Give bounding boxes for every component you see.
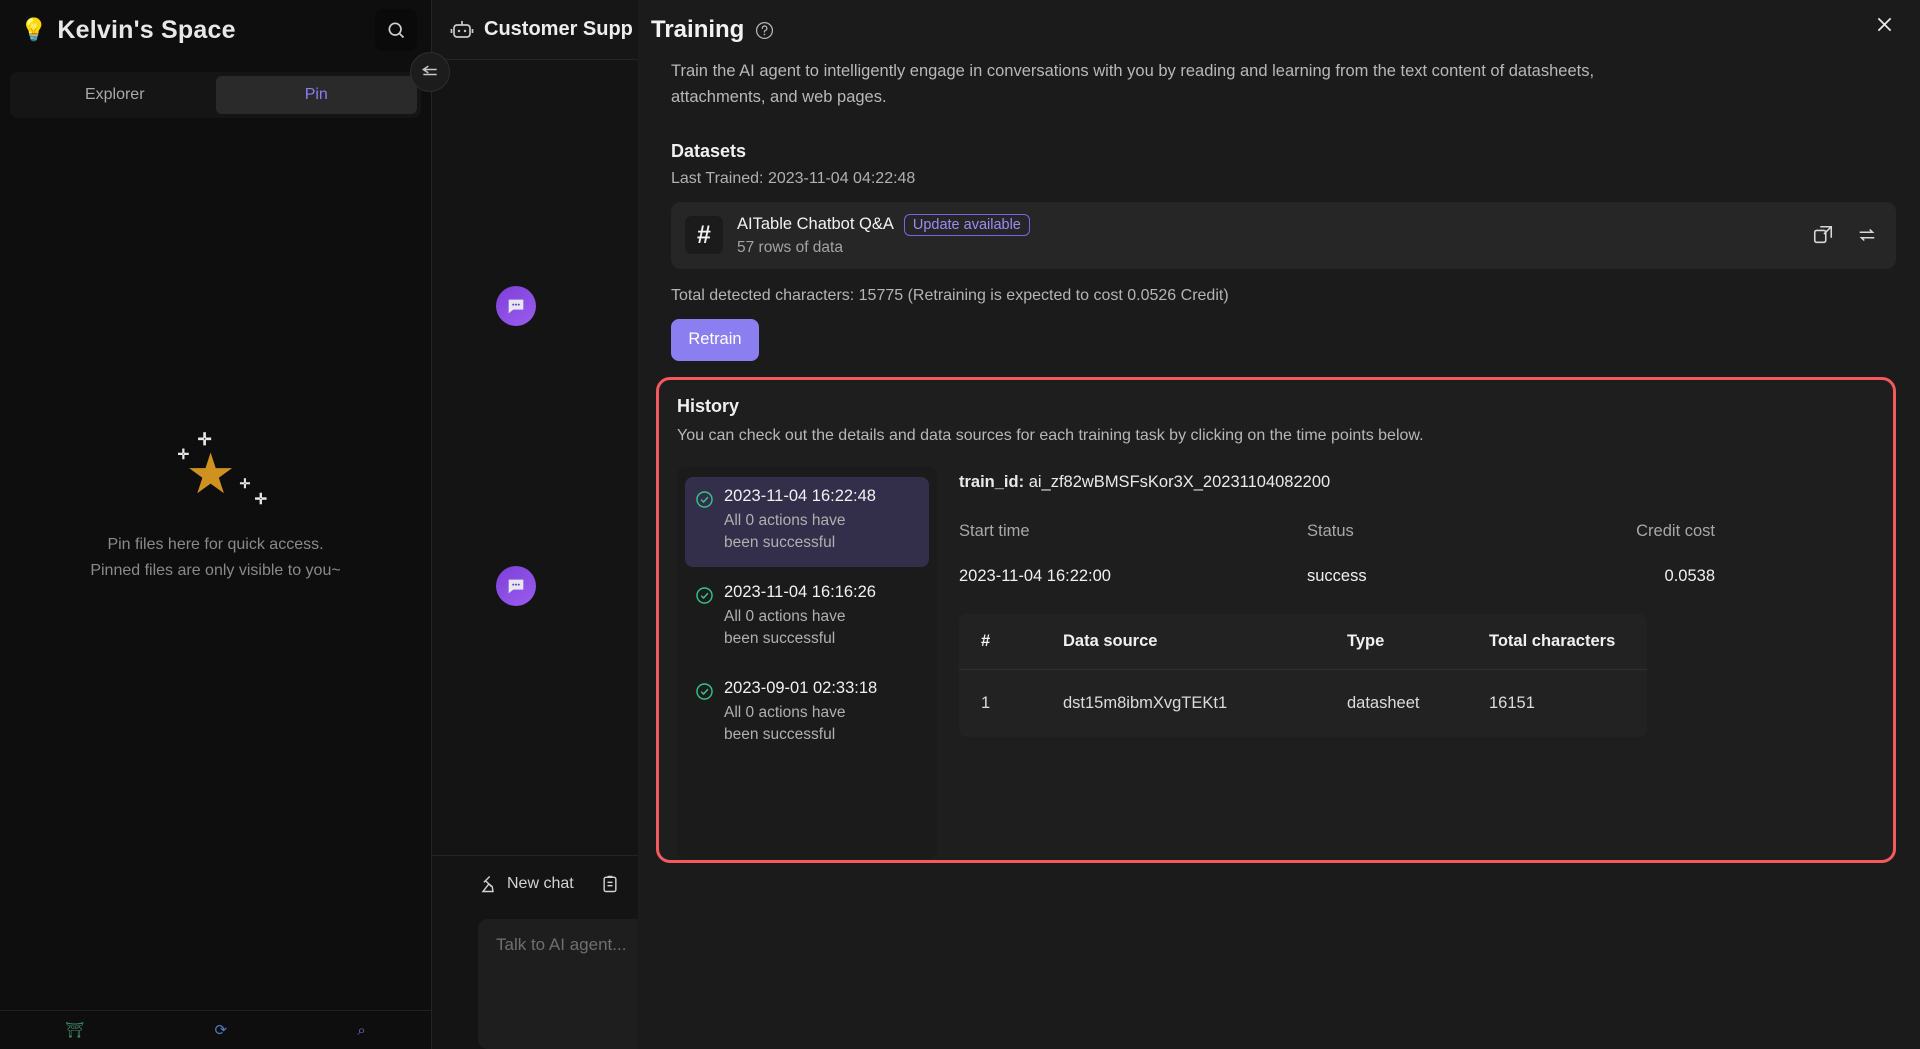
robot-icon [450, 18, 474, 42]
clipboard-icon[interactable] [600, 874, 620, 894]
broom-icon [481, 875, 494, 892]
start-time-label: Start time [959, 521, 1030, 540]
lightbulb-icon: 💡 [20, 17, 48, 42]
training-modal: Training Train the AI agent to intellige… [638, 0, 1920, 1049]
search-circle-icon[interactable]: ⌕ [357, 1022, 365, 1039]
train-id-label: train_id: [959, 472, 1025, 491]
credit-cost-value: 0.0538 [1664, 566, 1715, 585]
total-characters-text: Total detected characters: 15775 (Retrai… [671, 286, 1229, 304]
sidebar-footer: ⛩ ⟳ ⌕ [0, 1010, 431, 1049]
new-chat-button[interactable]: New chat [478, 874, 574, 894]
history-item-desc: All 0 actions have been successful [724, 607, 846, 648]
detail-columns: Start time 2023-11-04 16:22:00 Status su… [959, 522, 1875, 586]
list-item[interactable]: 2023-11-04 16:16:26 All 0 actions have b… [685, 573, 929, 663]
column-header-index: # [959, 613, 1063, 670]
hash-grid-icon: # [685, 216, 723, 255]
left-sidebar: 💡 Kelvin's Space Explorer Pin ★ ✛ ✛ ✛ ✛ … [0, 0, 432, 1049]
history-subtitle: You can check out the details and data s… [677, 426, 1424, 444]
cell-chars: 16151 [1489, 693, 1535, 712]
data-sources-table: # Data source Type Total characters 1 ds… [959, 613, 1647, 737]
status-value: success [1307, 566, 1367, 585]
history-detail-panel: train_id: ai_zf82wBMSFsKor3X_20231104082… [937, 467, 1875, 859]
training-intro: Train the AI agent to intelligently enga… [671, 62, 1595, 107]
datasets-heading: Datasets [671, 140, 747, 161]
credit-cost-column: Credit cost 0.0538 [1585, 522, 1715, 586]
template-icon[interactable]: ⛩ [65, 1021, 84, 1039]
status-label: Status [1307, 521, 1354, 540]
credit-cost-label: Credit cost [1636, 521, 1715, 540]
history-item-time: 2023-09-01 02:33:18 [724, 678, 878, 697]
history-item-desc: All 0 actions have been successful [724, 703, 846, 744]
status-badge[interactable]: Update available [903, 213, 1030, 236]
collapse-sidebar-icon[interactable] [410, 52, 450, 92]
train-id-row: train_id: ai_zf82wBMSFsKor3X_20231104082… [959, 473, 1875, 492]
last-trained-text: Last Trained: 2023-11-04 04:22:48 [671, 169, 916, 187]
open-external-icon[interactable] [1812, 224, 1834, 246]
history-item-desc: All 0 actions have been successful [724, 511, 846, 552]
page-title: Training [651, 16, 745, 43]
check-circle-icon [695, 583, 714, 651]
history-grid: 2023-11-04 16:22:48 All 0 actions have b… [677, 466, 1875, 859]
table-header-row: # Data source Type Total characters [959, 613, 1647, 670]
chat-bubble-icon [496, 286, 536, 326]
list-item[interactable]: 2023-11-04 16:22:48 All 0 actions have b… [685, 476, 929, 567]
pin-empty-line1: Pin files here for quick access. [107, 536, 324, 554]
question-circle-icon[interactable] [755, 21, 774, 40]
check-circle-icon [695, 679, 714, 747]
start-time-value: 2023-11-04 16:22:00 [959, 566, 1111, 585]
history-item-time: 2023-11-04 16:22:48 [724, 486, 876, 505]
history-list: 2023-11-04 16:22:48 All 0 actions have b… [677, 466, 937, 859]
chat-bubble-icon [496, 566, 536, 606]
modal-body: Train the AI agent to intelligently enga… [638, 58, 1920, 863]
cell-type: datasheet [1347, 693, 1420, 712]
chat-title: Customer Supp [484, 18, 633, 40]
refresh-icon[interactable]: ⟳ [215, 1021, 228, 1039]
check-circle-icon [695, 487, 714, 555]
dataset-meta: AITable Chatbot Q&A Update available 57 … [737, 213, 1798, 257]
history-item-time: 2023-11-04 16:16:26 [724, 582, 876, 601]
list-item[interactable]: 2023-09-01 02:33:18 All 0 actions have b… [685, 669, 929, 759]
new-chat-label: New chat [507, 874, 574, 892]
dataset-actions [1812, 224, 1878, 246]
train-id-value: ai_zf82wBMSFsKor3X_20231104082200 [1028, 472, 1331, 491]
modal-header: Training [638, 0, 1920, 52]
column-header-type: Type [1347, 613, 1489, 670]
table-row: 1 dst15m8ibmXvgTEKt1 datasheet 16151 [959, 669, 1647, 737]
retrain-button[interactable]: Retrain [671, 318, 759, 361]
column-header-chars: Total characters [1489, 613, 1647, 670]
pin-empty-state: ★ ✛ ✛ ✛ ✛ Pin files here for quick acces… [0, 0, 431, 1010]
history-heading: History [677, 395, 740, 416]
pin-empty-line2: Pinned files are only visible to you~ [90, 562, 341, 579]
cell-index: 1 [981, 693, 991, 712]
sync-icon[interactable] [1856, 224, 1878, 246]
cell-source: dst15m8ibmXvgTEKt1 [1063, 693, 1228, 712]
pin-empty-text: Pin files here for quick access. Pinned … [90, 532, 340, 583]
history-section: History You can check out the details an… [656, 376, 1896, 863]
start-time-column: Start time 2023-11-04 16:22:00 [959, 522, 1307, 586]
column-header-source: Data source [1063, 613, 1347, 670]
close-icon[interactable] [1866, 6, 1902, 42]
dataset-rows-count: 57 rows of data [737, 238, 843, 256]
dataset-name: AITable Chatbot Q&A [737, 215, 894, 234]
dataset-card[interactable]: # AITable Chatbot Q&A Update available 5… [671, 201, 1896, 269]
status-column: Status success [1307, 522, 1585, 586]
star-icon: ★ ✛ ✛ ✛ ✛ [177, 430, 268, 509]
